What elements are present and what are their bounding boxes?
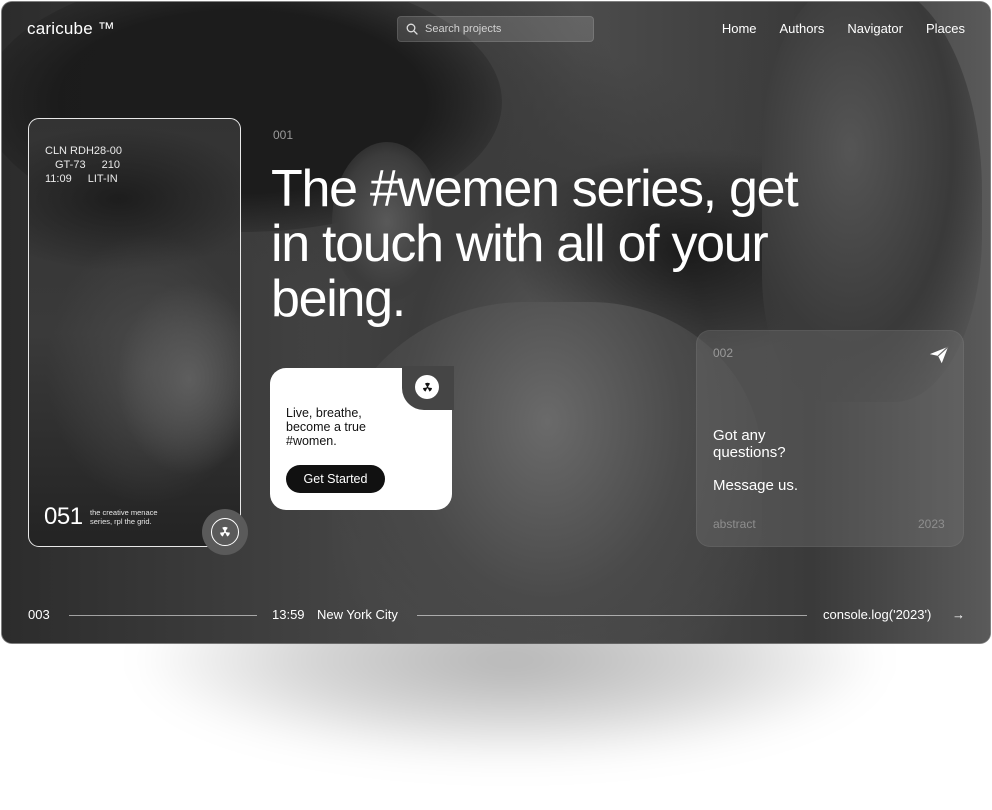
nav-authors[interactable]: Authors (780, 21, 825, 36)
nav-places[interactable]: Places (926, 21, 965, 36)
radiation-icon (211, 518, 239, 546)
footer-divider (417, 615, 807, 616)
nav-home[interactable]: Home (722, 21, 757, 36)
questions-card-index: 002 (713, 346, 734, 360)
footer-time: 13:59 (272, 607, 305, 622)
portrait-card-meta: CLN RDH28-00 GT-73 210 11:09 LIT-IN (45, 144, 122, 186)
search-input[interactable] (425, 23, 585, 35)
portrait-card-meta-row1: GT-73 210 (45, 158, 122, 172)
footer-index: 003 (28, 607, 50, 622)
hero-headline: The #wemen series, get in touch with all… (271, 160, 799, 328)
cta-text: Live, breathe, become a true #women. (286, 406, 366, 448)
questions-card-tag: abstract (713, 517, 756, 531)
paper-plane-icon[interactable] (928, 344, 950, 366)
arrow-right-icon[interactable]: → (952, 607, 965, 622)
portrait-card-meta-row2: 11:09 LIT-IN (45, 172, 122, 186)
get-started-button[interactable]: Get Started (286, 465, 385, 493)
meta-value: LIT-IN (87, 173, 118, 185)
footer-code: console.log('2023') (823, 607, 932, 622)
hero-index: 001 (273, 128, 294, 142)
portrait-card-caption: the creative menace series, rpl the grid… (90, 508, 158, 526)
portrait-card-button[interactable] (202, 509, 248, 555)
search-bar[interactable] (397, 16, 594, 42)
portrait-card[interactable]: CLN RDH28-00 GT-73 210 11:09 LIT-IN 051 … (28, 118, 241, 547)
nav-navigator[interactable]: Navigator (847, 21, 903, 36)
questions-card-title: Got any questions? (713, 427, 786, 461)
search-icon (406, 23, 418, 35)
message-us-link[interactable]: Message us. (713, 477, 798, 494)
meta-value: 210 (101, 159, 120, 171)
radiation-icon[interactable] (415, 375, 439, 399)
brand-logo[interactable]: caricube ™ (27, 19, 115, 39)
meta-value: GT-73 (55, 159, 86, 171)
footer-divider (69, 615, 257, 616)
portrait-card-number: 051 (44, 503, 83, 530)
portrait-card-code: CLN RDH28-00 (45, 145, 123, 157)
footer-bar: 003 13:59 New York City console.log('202… (28, 607, 965, 625)
top-nav: Home Authors Navigator Places (722, 21, 965, 36)
meta-value: 11:09 (45, 173, 72, 185)
questions-card-year: 2023 (918, 517, 945, 531)
footer-city: New York City (317, 607, 398, 622)
